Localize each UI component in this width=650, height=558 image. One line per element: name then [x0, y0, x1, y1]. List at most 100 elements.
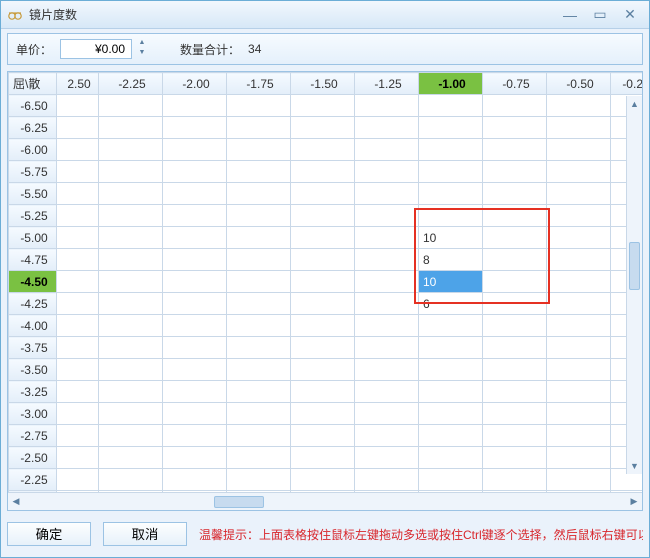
grid-cell[interactable] — [419, 117, 483, 139]
grid-cell[interactable] — [227, 249, 291, 271]
grid-cell[interactable] — [291, 425, 355, 447]
grid-cell[interactable] — [291, 293, 355, 315]
vscroll-track[interactable] — [627, 112, 642, 458]
grid-cell[interactable] — [419, 381, 483, 403]
grid-cell[interactable] — [419, 491, 483, 493]
grid-cell[interactable] — [163, 205, 227, 227]
grid-cell[interactable] — [57, 249, 99, 271]
row-header[interactable]: -6.00 — [9, 139, 57, 161]
grid-cell[interactable] — [547, 271, 611, 293]
grid-cell[interactable] — [291, 315, 355, 337]
grid-cell[interactable] — [227, 315, 291, 337]
row-header[interactable]: -3.25 — [9, 381, 57, 403]
grid-cell[interactable] — [547, 403, 611, 425]
grid-cell[interactable] — [227, 95, 291, 117]
close-button[interactable]: ✕ — [617, 6, 643, 24]
grid-cell[interactable] — [163, 491, 227, 493]
grid-cell[interactable] — [163, 117, 227, 139]
grid-cell[interactable] — [483, 491, 547, 493]
grid-cell[interactable] — [57, 183, 99, 205]
grid-cell[interactable] — [483, 447, 547, 469]
grid-cell[interactable] — [57, 359, 99, 381]
grid-cell[interactable] — [99, 359, 163, 381]
ok-button[interactable]: 确定 — [7, 522, 91, 546]
grid-cell[interactable] — [163, 183, 227, 205]
grid-cell[interactable] — [227, 205, 291, 227]
grid-cell[interactable] — [163, 337, 227, 359]
grid-cell[interactable] — [57, 469, 99, 491]
grid-cell[interactable] — [483, 249, 547, 271]
grid-cell[interactable] — [547, 293, 611, 315]
grid-cell[interactable] — [291, 205, 355, 227]
row-header[interactable]: -5.75 — [9, 161, 57, 183]
grid-cell[interactable] — [99, 337, 163, 359]
row-header[interactable]: -2.75 — [9, 425, 57, 447]
grid-cell[interactable] — [547, 227, 611, 249]
grid-cell[interactable] — [57, 425, 99, 447]
col-header[interactable]: -1.50 — [291, 73, 355, 95]
grid-cell[interactable] — [547, 183, 611, 205]
grid-cell[interactable] — [291, 227, 355, 249]
grid-cell[interactable] — [419, 139, 483, 161]
grid-cell[interactable] — [227, 381, 291, 403]
grid-cell[interactable] — [483, 293, 547, 315]
maximize-button[interactable]: ▭ — [587, 6, 613, 24]
grid-cell[interactable] — [99, 403, 163, 425]
grid-cell[interactable] — [483, 95, 547, 117]
grid-cell[interactable] — [57, 491, 99, 493]
grid-cell[interactable] — [227, 117, 291, 139]
grid-cell[interactable] — [99, 491, 163, 493]
grid-cell[interactable] — [547, 491, 611, 493]
vscroll-thumb[interactable] — [629, 242, 640, 290]
col-header[interactable]: -2.25 — [99, 73, 163, 95]
grid-cell[interactable] — [99, 293, 163, 315]
grid-cell[interactable] — [547, 95, 611, 117]
grid-cell[interactable] — [419, 403, 483, 425]
grid-cell[interactable] — [163, 95, 227, 117]
grid-cell[interactable] — [99, 249, 163, 271]
grid-cell[interactable] — [483, 381, 547, 403]
grid-cell[interactable] — [99, 469, 163, 491]
grid-cell[interactable] — [547, 161, 611, 183]
grid-cell[interactable] — [99, 117, 163, 139]
grid-cell[interactable] — [419, 469, 483, 491]
grid-cell[interactable]: 8 — [419, 249, 483, 271]
grid-cell[interactable] — [419, 315, 483, 337]
grid-cell[interactable] — [227, 447, 291, 469]
col-header[interactable]: -1.75 — [227, 73, 291, 95]
grid-cell[interactable] — [547, 337, 611, 359]
grid-cell[interactable] — [99, 425, 163, 447]
grid-cell[interactable] — [483, 403, 547, 425]
grid-cell[interactable] — [163, 315, 227, 337]
row-header[interactable]: -3.75 — [9, 337, 57, 359]
grid-cell[interactable] — [547, 117, 611, 139]
grid-cell[interactable] — [57, 293, 99, 315]
grid-cell[interactable] — [291, 337, 355, 359]
grid-cell[interactable] — [99, 271, 163, 293]
row-header[interactable]: -4.50 — [9, 271, 57, 293]
scroll-up-icon[interactable]: ▲ — [627, 96, 642, 112]
grid-cell[interactable] — [227, 359, 291, 381]
grid-cell[interactable] — [483, 161, 547, 183]
grid-cell[interactable] — [483, 337, 547, 359]
col-header[interactable]: -1.00 — [419, 73, 483, 95]
row-header[interactable]: -2.25 — [9, 469, 57, 491]
grid-cell[interactable] — [483, 315, 547, 337]
grid-cell[interactable] — [99, 139, 163, 161]
grid-cell[interactable] — [355, 381, 419, 403]
grid-cell[interactable] — [99, 205, 163, 227]
grid-cell[interactable] — [291, 491, 355, 493]
grid-cell[interactable] — [227, 403, 291, 425]
grid-cell[interactable] — [227, 183, 291, 205]
grid-cell[interactable] — [57, 117, 99, 139]
grid-cell[interactable] — [99, 315, 163, 337]
grid-cell[interactable] — [57, 139, 99, 161]
grid-cell[interactable] — [419, 95, 483, 117]
col-header[interactable]: -0.75 — [483, 73, 547, 95]
grid-cell[interactable] — [483, 359, 547, 381]
row-header[interactable]: -5.50 — [9, 183, 57, 205]
grid-cell[interactable] — [163, 381, 227, 403]
price-spinner[interactable]: ▲▼ — [136, 39, 148, 59]
grid-cell[interactable] — [163, 139, 227, 161]
grid-cell[interactable] — [291, 403, 355, 425]
